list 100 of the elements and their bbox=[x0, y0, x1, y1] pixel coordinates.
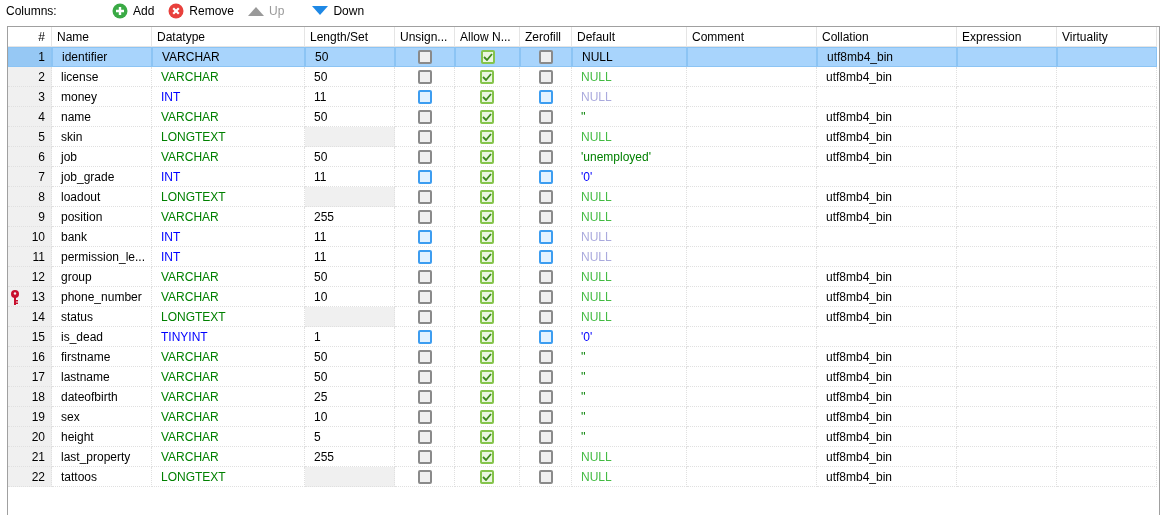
checkbox[interactable] bbox=[417, 269, 432, 284]
checkbox[interactable] bbox=[480, 269, 494, 284]
checkbox[interactable] bbox=[480, 329, 494, 344]
checkbox[interactable] bbox=[539, 50, 553, 64]
checkbox[interactable] bbox=[538, 369, 553, 384]
table-cell: utf8mb4_bin bbox=[817, 267, 957, 287]
checkbox[interactable] bbox=[480, 309, 494, 324]
checkbox[interactable] bbox=[417, 349, 432, 364]
checkbox[interactable] bbox=[480, 169, 494, 184]
checkbox[interactable] bbox=[480, 109, 494, 124]
checkbox[interactable] bbox=[480, 69, 494, 84]
table-cell: VARCHAR bbox=[152, 147, 305, 167]
checkbox[interactable] bbox=[538, 149, 553, 164]
table-cell: VARCHAR bbox=[152, 207, 305, 227]
checkbox[interactable] bbox=[538, 309, 553, 324]
checkbox[interactable] bbox=[538, 109, 553, 124]
checkbox[interactable] bbox=[417, 289, 432, 304]
table-cell: 11 bbox=[305, 247, 395, 267]
checkbox[interactable] bbox=[417, 469, 432, 484]
checkbox[interactable] bbox=[417, 369, 432, 384]
checkbox[interactable] bbox=[417, 149, 432, 164]
table-cell: INT bbox=[152, 247, 305, 267]
checkbox[interactable] bbox=[417, 429, 432, 444]
checkbox[interactable] bbox=[417, 229, 432, 244]
checkbox[interactable] bbox=[480, 50, 495, 64]
table-cell: '' bbox=[572, 367, 687, 387]
checkbox[interactable] bbox=[538, 329, 553, 344]
checkbox[interactable] bbox=[480, 389, 494, 404]
checkbox[interactable] bbox=[480, 349, 494, 364]
table-cell: utf8mb4_bin bbox=[817, 447, 957, 467]
checkbox[interactable] bbox=[480, 149, 494, 164]
checkbox[interactable] bbox=[417, 189, 432, 204]
row-number: 11 bbox=[8, 247, 52, 267]
table-cell: '' bbox=[572, 347, 687, 367]
checkbox[interactable] bbox=[480, 189, 494, 204]
table-cell: 50 bbox=[305, 67, 395, 87]
checkbox[interactable] bbox=[538, 469, 553, 484]
checkbox[interactable] bbox=[418, 50, 432, 64]
checkbox[interactable] bbox=[538, 449, 553, 464]
checkbox[interactable] bbox=[417, 409, 432, 424]
checkbox[interactable] bbox=[480, 409, 494, 424]
checkbox[interactable] bbox=[480, 449, 494, 464]
table-cell: NULL bbox=[572, 247, 687, 267]
checkbox[interactable] bbox=[417, 309, 432, 324]
checkbox[interactable] bbox=[417, 129, 432, 144]
remove-button[interactable]: Remove bbox=[164, 3, 239, 19]
checkbox[interactable] bbox=[480, 249, 494, 264]
checkbox[interactable] bbox=[538, 189, 553, 204]
checkbox[interactable] bbox=[480, 229, 494, 244]
table-cell: position bbox=[52, 207, 152, 227]
table-cell: INT bbox=[152, 227, 305, 247]
checkbox[interactable] bbox=[480, 289, 494, 304]
table-cell: VARCHAR bbox=[152, 107, 305, 127]
table-cell: VARCHAR bbox=[152, 347, 305, 367]
checkbox[interactable] bbox=[538, 169, 553, 184]
checkbox[interactable] bbox=[417, 89, 432, 104]
checkbox[interactable] bbox=[417, 449, 432, 464]
checkbox[interactable] bbox=[417, 109, 432, 124]
add-button[interactable]: Add bbox=[108, 3, 159, 19]
checkbox[interactable] bbox=[538, 349, 553, 364]
checkbox[interactable] bbox=[480, 369, 494, 384]
checkbox[interactable] bbox=[417, 169, 432, 184]
checkbox[interactable] bbox=[480, 209, 494, 224]
table-cell: NULL bbox=[572, 287, 687, 307]
table-cell: utf8mb4_bin bbox=[817, 287, 957, 307]
checkbox[interactable] bbox=[538, 229, 553, 244]
checkbox[interactable] bbox=[538, 249, 553, 264]
checkbox[interactable] bbox=[538, 209, 553, 224]
row-number: 1 bbox=[8, 47, 52, 67]
checkbox[interactable] bbox=[480, 469, 494, 484]
checkbox[interactable] bbox=[538, 89, 553, 104]
checkbox[interactable] bbox=[538, 289, 553, 304]
checkbox[interactable] bbox=[417, 249, 432, 264]
table-cell: VARCHAR bbox=[152, 287, 305, 307]
table-cell: NULL bbox=[572, 87, 687, 107]
row-number: 3 bbox=[8, 87, 52, 107]
checkbox[interactable] bbox=[538, 409, 553, 424]
table-cell: money bbox=[52, 87, 152, 107]
checkbox[interactable] bbox=[417, 389, 432, 404]
checkbox[interactable] bbox=[538, 69, 553, 84]
down-button[interactable]: Down bbox=[308, 4, 369, 18]
checkbox[interactable] bbox=[480, 89, 494, 104]
checkbox[interactable] bbox=[417, 209, 432, 224]
table-cell: INT bbox=[152, 87, 305, 107]
checkbox[interactable] bbox=[417, 69, 432, 84]
row-number: 13 bbox=[8, 287, 52, 307]
row-number: 18 bbox=[8, 387, 52, 407]
table-cell: VARCHAR bbox=[152, 387, 305, 407]
table-cell: dateofbirth bbox=[52, 387, 152, 407]
checkbox[interactable] bbox=[538, 429, 553, 444]
checkbox[interactable] bbox=[417, 329, 432, 344]
row-number: 7 bbox=[8, 167, 52, 187]
checkbox[interactable] bbox=[538, 129, 553, 144]
checkbox[interactable] bbox=[538, 389, 553, 404]
table-cell: group bbox=[52, 267, 152, 287]
row-number: 5 bbox=[8, 127, 52, 147]
table-cell: 50 bbox=[305, 367, 395, 387]
checkbox[interactable] bbox=[480, 129, 494, 144]
checkbox[interactable] bbox=[538, 269, 553, 284]
checkbox[interactable] bbox=[480, 429, 494, 444]
